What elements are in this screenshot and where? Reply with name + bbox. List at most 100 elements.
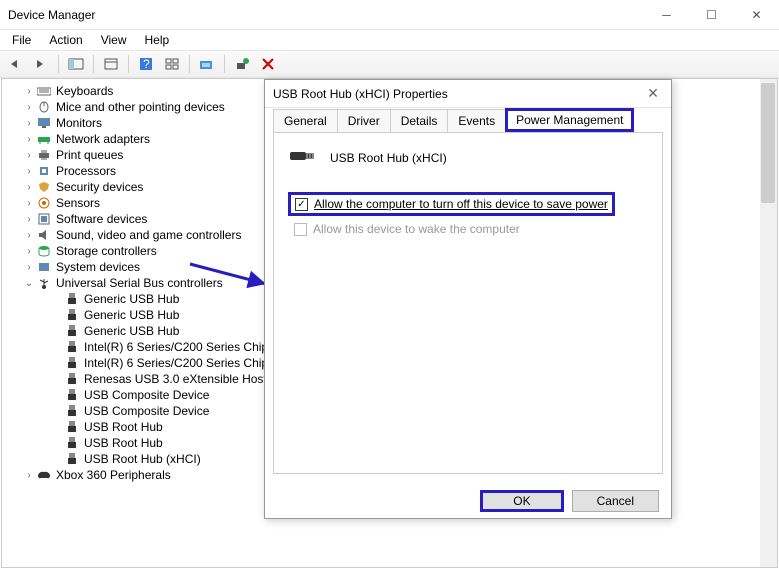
usb-device-icon — [64, 420, 80, 434]
close-button[interactable]: ✕ — [734, 0, 779, 30]
tree-item-label: Sensors — [56, 196, 100, 210]
cancel-button[interactable]: Cancel — [572, 490, 659, 512]
menu-view[interactable]: View — [93, 31, 135, 49]
tree-item-label: Monitors — [56, 116, 102, 130]
dialog-close-button[interactable]: ✕ — [643, 85, 663, 102]
tab-power-management[interactable]: Power Management — [505, 108, 634, 132]
ok-button[interactable]: OK — [480, 490, 563, 512]
caret-icon[interactable] — [22, 182, 36, 193]
dialog-titlebar: USB Root Hub (xHCI) Properties ✕ — [265, 80, 671, 108]
printer-icon — [36, 148, 52, 162]
tree-item-label: System devices — [56, 260, 140, 274]
tree-item-label: Mice and other pointing devices — [56, 100, 225, 114]
caret-icon[interactable] — [22, 198, 36, 209]
tab-strip: General Driver Details Events Power Mana… — [265, 108, 671, 132]
help-button[interactable]: ? — [135, 53, 157, 75]
caret-icon[interactable] — [22, 86, 36, 97]
tree-item-label: USB Root Hub — [84, 420, 163, 434]
menubar: File Action View Help — [0, 30, 779, 50]
checkbox-wake — [294, 223, 307, 236]
caret-icon[interactable] — [22, 102, 36, 113]
sensor-icon — [36, 196, 52, 210]
tab-events[interactable]: Events — [447, 109, 506, 132]
checkbox-row-wake: Allow this device to wake the computer — [288, 218, 648, 240]
caret-icon[interactable] — [22, 246, 36, 257]
window-controls: ─ ☐ ✕ — [644, 0, 779, 30]
caret-icon[interactable] — [22, 134, 36, 145]
network-icon — [36, 132, 52, 146]
tree-item-label: Xbox 360 Peripherals — [56, 468, 171, 482]
monitor-icon — [36, 116, 52, 130]
show-hide-console-button[interactable] — [65, 53, 87, 75]
enable-device-button[interactable] — [231, 53, 253, 75]
tree-item-label: USB Composite Device — [84, 388, 209, 402]
tree-item-label: Security devices — [56, 180, 143, 194]
shield-icon — [36, 180, 52, 194]
caret-icon[interactable] — [22, 150, 36, 161]
system-icon — [36, 260, 52, 274]
view-icon-button[interactable] — [161, 53, 183, 75]
usb-device-icon — [64, 308, 80, 322]
tree-item-label: USB Root Hub (xHCI) — [84, 452, 201, 466]
checkbox-wake-label: Allow this device to wake the computer — [313, 222, 520, 236]
tab-driver[interactable]: Driver — [337, 109, 391, 132]
scrollbar-thumb[interactable] — [761, 83, 775, 203]
device-name: USB Root Hub (xHCI) — [330, 151, 447, 165]
usb-device-icon — [64, 404, 80, 418]
tab-general[interactable]: General — [273, 109, 338, 132]
back-button[interactable] — [4, 53, 26, 75]
xbox-icon — [36, 468, 52, 482]
caret-icon[interactable] — [22, 118, 36, 129]
sound-icon — [36, 228, 52, 242]
mouse-icon — [36, 100, 52, 114]
caret-icon[interactable] — [22, 166, 36, 177]
menu-file[interactable]: File — [4, 31, 39, 49]
usb-icon — [36, 276, 52, 290]
forward-button[interactable] — [30, 53, 52, 75]
tree-item-label: Sound, video and game controllers — [56, 228, 241, 242]
tree-item-label: Network adapters — [56, 132, 150, 146]
usb-device-icon — [64, 372, 80, 386]
tree-item-label: Renesas USB 3.0 eXtensible Host — [84, 372, 267, 386]
tree-item-label: Software devices — [56, 212, 147, 226]
tree-item-label: Storage controllers — [56, 244, 157, 258]
keyboard-icon — [36, 84, 52, 98]
maximize-button[interactable]: ☐ — [689, 0, 734, 30]
window-title: Device Manager — [8, 8, 644, 22]
cpu-icon — [36, 164, 52, 178]
usb-device-icon — [64, 292, 80, 306]
usb-device-icon — [64, 324, 80, 338]
storage-icon — [36, 244, 52, 258]
device-header: USB Root Hub (xHCI) — [288, 147, 648, 168]
properties-dialog: USB Root Hub (xHCI) Properties ✕ General… — [264, 79, 672, 519]
software-icon — [36, 212, 52, 226]
menu-action[interactable]: Action — [41, 31, 90, 49]
tree-item-label: USB Root Hub — [84, 436, 163, 450]
properties-button[interactable] — [100, 53, 122, 75]
tree-item-label: Processors — [56, 164, 116, 178]
tree-item-label: USB Composite Device — [84, 404, 209, 418]
menu-help[interactable]: Help — [137, 31, 178, 49]
scan-hardware-button[interactable] — [196, 53, 218, 75]
checkbox-row-power-off[interactable]: ✓ Allow the computer to turn off this de… — [288, 192, 615, 216]
tree-item-label: Generic USB Hub — [84, 292, 179, 306]
usb-device-icon — [64, 356, 80, 370]
caret-icon[interactable] — [22, 230, 36, 241]
caret-icon[interactable] — [22, 214, 36, 225]
content-area: Keyboards Mice and other pointing devices… — [1, 78, 778, 568]
tree-item-label: Generic USB Hub — [84, 324, 179, 338]
uninstall-device-button[interactable] — [257, 53, 279, 75]
tree-item-label: Generic USB Hub — [84, 308, 179, 322]
caret-icon[interactable] — [22, 278, 36, 289]
caret-icon[interactable] — [22, 262, 36, 273]
checkbox-power-off[interactable]: ✓ — [295, 198, 308, 211]
tree-item-label: Universal Serial Bus controllers — [56, 276, 223, 290]
tree-item-label: Keyboards — [56, 84, 113, 98]
minimize-button[interactable]: ─ — [644, 0, 689, 30]
caret-icon[interactable] — [22, 470, 36, 481]
tab-details[interactable]: Details — [390, 109, 449, 132]
tab-panel: USB Root Hub (xHCI) ✓ Allow the computer… — [273, 132, 663, 474]
usb-device-icon — [64, 436, 80, 450]
dialog-title: USB Root Hub (xHCI) Properties — [273, 87, 643, 101]
usb-plug-icon — [288, 147, 316, 168]
